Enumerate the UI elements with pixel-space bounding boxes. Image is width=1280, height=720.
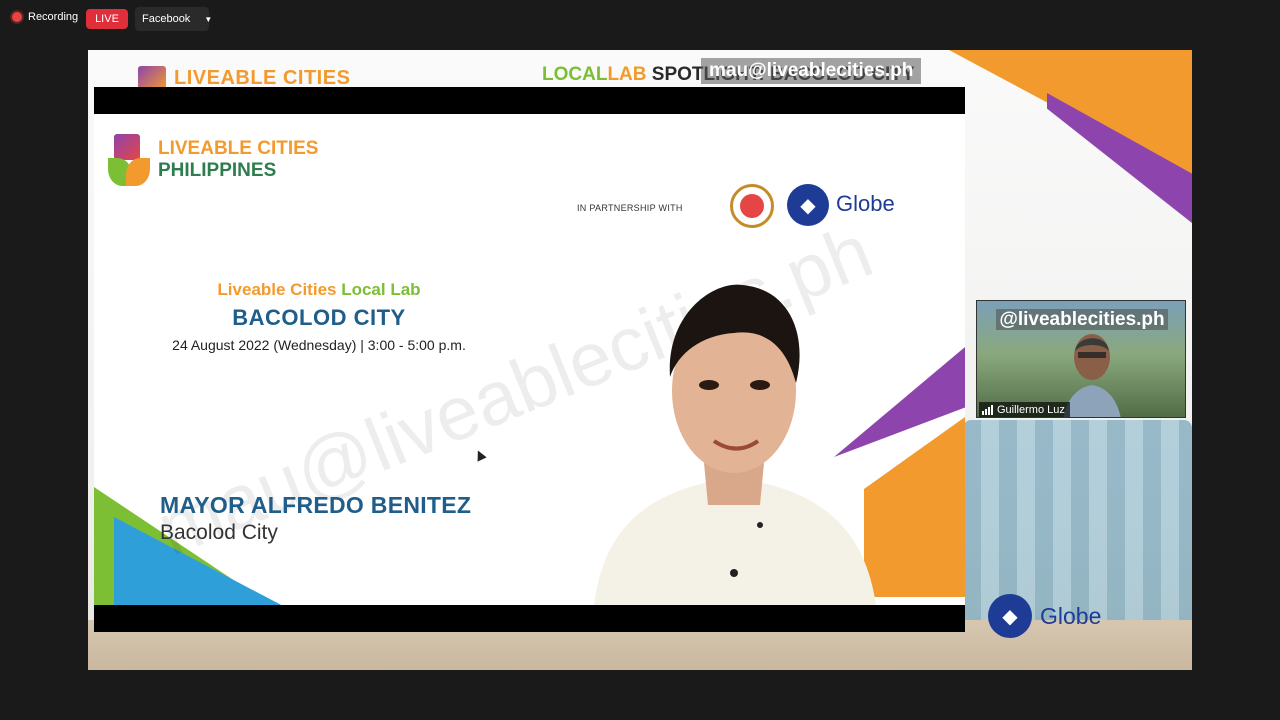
event-datetime: 24 August 2022 (Wednesday) | 3:00 - 5:00… bbox=[172, 337, 466, 353]
participant-handle: @liveablecities.ph bbox=[996, 309, 1168, 330]
signal-strength-icon bbox=[982, 405, 993, 415]
partnership-label: IN PARTNERSHIP WITH bbox=[577, 203, 683, 213]
logo-line-1: LIVEABLE CITIES bbox=[158, 138, 319, 159]
participant-video-tile[interactable]: @liveablecities.ph Guillermo Luz bbox=[976, 300, 1186, 418]
background-title-local: LOCAL bbox=[542, 64, 608, 85]
background-title-lab: LAB bbox=[607, 64, 647, 85]
record-icon bbox=[12, 12, 22, 22]
participant-name: Guillermo Luz bbox=[997, 404, 1065, 416]
letterbox-top bbox=[94, 87, 965, 114]
city-seal-icon bbox=[730, 184, 774, 228]
partner-logo-text: Globe bbox=[836, 191, 895, 216]
event-city: BACOLOD CITY bbox=[232, 305, 406, 330]
speaker-portrait bbox=[594, 284, 876, 605]
speaker-name: MAYOR ALFREDO BENITEZ bbox=[160, 492, 472, 518]
participant-avatar bbox=[1063, 334, 1121, 417]
presentation-slide: mau@liveablecities.ph LIVEABLE CITIES PH… bbox=[94, 87, 965, 632]
mouse-cursor-icon bbox=[473, 448, 487, 462]
logo-line-2: PHILIPPINES bbox=[158, 160, 277, 181]
chevron-down-icon: ▼ bbox=[204, 14, 213, 24]
background-globe-logo: ◆ Globe bbox=[988, 592, 1148, 640]
destination-label: Facebook bbox=[142, 13, 191, 25]
participant-handle-overlay: @liveablecities.ph bbox=[977, 309, 1185, 331]
participant-name-tag: Guillermo Luz bbox=[979, 402, 1070, 417]
recording-label: Recording bbox=[28, 11, 79, 23]
liveable-cities-logo: LIVEABLE CITIES PHILIPPINES bbox=[108, 132, 318, 188]
screen-share-handle: mau@liveablecities.ph bbox=[701, 58, 922, 84]
streaming-toolbar: Recording LIVE Facebook ▼ bbox=[0, 0, 1280, 40]
liveable-cities-icon bbox=[108, 132, 150, 188]
letterbox-bottom bbox=[94, 605, 965, 632]
live-badge[interactable]: LIVE bbox=[86, 9, 128, 29]
recording-indicator[interactable]: Recording bbox=[12, 11, 78, 23]
background-globe-text: Globe bbox=[1040, 602, 1102, 629]
stream-destination-dropdown[interactable]: Facebook ▼ bbox=[135, 7, 213, 31]
globe-logo-icon: ◆ bbox=[988, 594, 1032, 638]
event-title-local-lab: Local Lab bbox=[336, 280, 421, 299]
event-title-liveable: Liveable Cities bbox=[217, 280, 337, 299]
globe-logo-icon: ◆ bbox=[787, 184, 829, 226]
event-title: Liveable Cities Local Lab bbox=[94, 280, 544, 300]
shared-screen-view: LIVEABLE CITIES LOCALLAB SPOTLIGHT: BACO… bbox=[88, 50, 1192, 670]
speaker-city: Bacolod City bbox=[160, 521, 278, 544]
